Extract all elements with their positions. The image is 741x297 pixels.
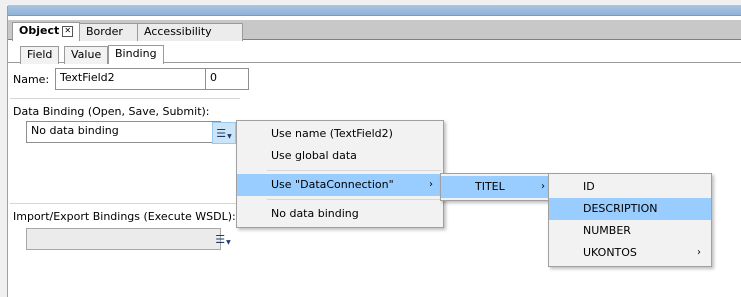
menu-item-label: TITEL	[475, 180, 505, 193]
titel-submenu: ID DESCRIPTION NUMBER UKONTOS ›	[548, 173, 712, 267]
tab-accessibility[interactable]: Accessibility	[137, 23, 243, 41]
subtab-field[interactable]: Field	[20, 46, 60, 64]
menu-item-description[interactable]: DESCRIPTION	[549, 198, 711, 220]
data-binding-field[interactable]: No data binding	[26, 121, 221, 143]
menu-item-label: DESCRIPTION	[583, 202, 658, 215]
chevron-right-icon: ›	[541, 181, 545, 192]
data-binding-label: Data Binding (Open, Save, Submit):	[13, 105, 210, 118]
menu-item-label: NUMBER	[583, 224, 631, 237]
menu-item-label: Use "DataConnection"	[271, 178, 394, 191]
subtab-value[interactable]: Value	[64, 46, 109, 64]
menu-item-label: ID	[583, 180, 595, 193]
close-icon[interactable]: ✕	[62, 25, 74, 37]
import-export-label: Import/Export Bindings (Execute WSDL):	[13, 210, 236, 223]
divider	[10, 203, 240, 204]
index-field[interactable]: 0	[205, 68, 249, 90]
divider	[10, 98, 240, 99]
dataconnection-submenu: TITEL ›	[440, 173, 556, 201]
menu-item-label: Use global data	[271, 149, 357, 162]
subtab-binding[interactable]: Binding	[108, 45, 164, 64]
tab-object[interactable]: Object ✕	[12, 22, 81, 41]
tab-border-label: Border	[86, 25, 123, 38]
menu-item-ukontos[interactable]: UKONTOS ›	[549, 242, 711, 264]
menu-item-label: Use name (TextField2)	[271, 127, 393, 140]
menu-item-number[interactable]: NUMBER	[549, 220, 711, 242]
menu-item-use-name[interactable]: Use name (TextField2)	[237, 123, 443, 145]
menu-separator	[267, 199, 441, 200]
tab-object-label: Object	[19, 24, 60, 37]
chevron-right-icon: ›	[429, 179, 433, 190]
list-dropdown-icon: ☰ ▼	[215, 232, 231, 246]
name-label: Name:	[13, 73, 50, 86]
menu-item-id[interactable]: ID	[549, 176, 711, 198]
subtab-binding-label: Binding	[115, 47, 157, 60]
menu-item-use-dataconnection[interactable]: Use "DataConnection" ›	[237, 174, 443, 196]
menu-item-use-global-data[interactable]: Use global data	[237, 145, 443, 167]
menu-item-no-data-binding[interactable]: No data binding	[237, 203, 443, 225]
subtab-value-label: Value	[71, 48, 102, 61]
name-field[interactable]: TextField2	[55, 68, 212, 90]
binding-context-menu: Use name (TextField2) Use global data Us…	[236, 120, 444, 228]
tab-accessibility-label: Accessibility	[144, 25, 212, 38]
left-rail	[0, 6, 8, 297]
menu-separator	[267, 170, 441, 171]
menu-item-titel[interactable]: TITEL ›	[441, 176, 555, 198]
list-dropdown-icon[interactable]: ☰ ▼	[212, 122, 236, 144]
chevron-right-icon: ›	[697, 247, 701, 258]
menu-item-label: UKONTOS	[583, 246, 637, 259]
menu-item-label: No data binding	[271, 207, 359, 220]
import-export-field	[26, 228, 221, 250]
subtab-field-label: Field	[27, 48, 53, 61]
palette-title-bar[interactable]	[8, 5, 741, 16]
